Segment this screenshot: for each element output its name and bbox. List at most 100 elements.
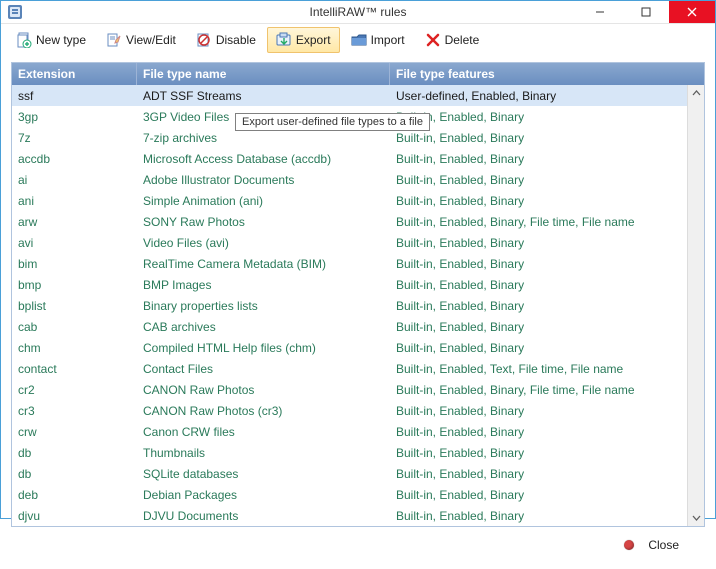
table-row[interactable]: aviVideo Files (avi)Built-in, Enabled, B…: [12, 232, 687, 253]
maximize-button[interactable]: [623, 1, 669, 23]
close-icon: [624, 540, 634, 550]
table-row[interactable]: aiAdobe Illustrator DocumentsBuilt-in, E…: [12, 169, 687, 190]
disable-button[interactable]: Disable: [187, 27, 265, 53]
table-row[interactable]: bplistBinary properties listsBuilt-in, E…: [12, 295, 687, 316]
cell-extension: cr2: [12, 383, 137, 397]
table-row[interactable]: bmpBMP ImagesBuilt-in, Enabled, Binary: [12, 274, 687, 295]
cell-extension: cr3: [12, 404, 137, 418]
cell-extension: db: [12, 446, 137, 460]
table-row[interactable]: arwSONY Raw PhotosBuilt-in, Enabled, Bin…: [12, 211, 687, 232]
cell-file-type-features: Built-in, Enabled, Binary: [390, 404, 687, 418]
cell-file-type-features: Built-in, Enabled, Binary: [390, 446, 687, 460]
cell-file-type-name: Adobe Illustrator Documents: [137, 173, 390, 187]
delete-label: Delete: [445, 33, 480, 47]
file-types-grid: Extension File type name File type featu…: [11, 62, 705, 527]
table-row[interactable]: chmCompiled HTML Help files (chm)Built-i…: [12, 337, 687, 358]
export-icon: [276, 32, 292, 48]
table-row[interactable]: bimRealTime Camera Metadata (BIM)Built-i…: [12, 253, 687, 274]
cell-extension: 7z: [12, 131, 137, 145]
column-file-type-name[interactable]: File type name: [137, 63, 390, 85]
cell-extension: cab: [12, 320, 137, 334]
close-button[interactable]: Close: [642, 534, 685, 556]
table-row[interactable]: accdbMicrosoft Access Database (accdb)Bu…: [12, 148, 687, 169]
cell-file-type-features: Built-in, Enabled, Binary: [390, 194, 687, 208]
cell-file-type-name: DJVU Documents: [137, 509, 390, 523]
table-row[interactable]: dbSQLite databasesBuilt-in, Enabled, Bin…: [12, 463, 687, 484]
grid-body[interactable]: ssfADT SSF StreamsUser-defined, Enabled,…: [12, 85, 687, 526]
cell-extension: crw: [12, 425, 137, 439]
table-row[interactable]: contactContact FilesBuilt-in, Enabled, T…: [12, 358, 687, 379]
cell-file-type-name: CANON Raw Photos: [137, 383, 390, 397]
cell-extension: bim: [12, 257, 137, 271]
table-row[interactable]: djvuDJVU DocumentsBuilt-in, Enabled, Bin…: [12, 505, 687, 526]
table-row[interactable]: cr2CANON Raw PhotosBuilt-in, Enabled, Bi…: [12, 379, 687, 400]
cell-file-type-features: Built-in, Enabled, Binary: [390, 236, 687, 250]
scroll-down-icon[interactable]: [688, 509, 705, 526]
view-edit-button[interactable]: View/Edit: [97, 27, 185, 53]
cell-file-type-name: SQLite databases: [137, 467, 390, 481]
column-extension[interactable]: Extension: [12, 63, 137, 85]
vertical-scrollbar[interactable]: [687, 85, 704, 526]
titlebar: IntelliRAW™ rules: [1, 1, 715, 23]
view-edit-icon: [106, 32, 122, 48]
cell-file-type-features: Built-in, Enabled, Binary: [390, 467, 687, 481]
new-type-icon: [16, 32, 32, 48]
new-type-label: New type: [36, 33, 86, 47]
disable-icon: [196, 32, 212, 48]
import-icon: [351, 32, 367, 48]
table-row[interactable]: cabCAB archivesBuilt-in, Enabled, Binary: [12, 316, 687, 337]
disable-label: Disable: [216, 33, 256, 47]
cell-file-type-features: Built-in, Enabled, Binary: [390, 425, 687, 439]
intelliraw-rules-dialog: IntelliRAW™ rules New type View/Edit Dis…: [0, 0, 716, 519]
export-tooltip: Export user-defined file types to a file: [235, 113, 430, 131]
cell-file-type-name: SONY Raw Photos: [137, 215, 390, 229]
cell-extension: db: [12, 467, 137, 481]
cell-file-type-features: Built-in, Enabled, Text, File time, File…: [390, 362, 687, 376]
cell-file-type-features: Built-in, Enabled, Binary: [390, 299, 687, 313]
column-file-type-features[interactable]: File type features: [390, 63, 704, 85]
cell-file-type-features: Built-in, Enabled, Binary, File time, Fi…: [390, 383, 687, 397]
cell-extension: ani: [12, 194, 137, 208]
cell-file-type-features: Built-in, Enabled, Binary: [390, 509, 687, 523]
cell-extension: chm: [12, 341, 137, 355]
cell-extension: deb: [12, 488, 137, 502]
cell-file-type-name: Contact Files: [137, 362, 390, 376]
cell-file-type-name: Binary properties lists: [137, 299, 390, 313]
table-row[interactable]: aniSimple Animation (ani)Built-in, Enabl…: [12, 190, 687, 211]
cell-extension: bplist: [12, 299, 137, 313]
cell-file-type-name: Thumbnails: [137, 446, 390, 460]
new-type-button[interactable]: New type: [7, 27, 95, 53]
table-row[interactable]: debDebian PackagesBuilt-in, Enabled, Bin…: [12, 484, 687, 505]
cell-extension: bmp: [12, 278, 137, 292]
cell-extension: arw: [12, 215, 137, 229]
cell-file-type-name: Debian Packages: [137, 488, 390, 502]
minimize-button[interactable]: [577, 1, 623, 23]
cell-file-type-features: Built-in, Enabled, Binary: [390, 110, 687, 124]
view-edit-label: View/Edit: [126, 33, 176, 47]
cell-extension: ai: [12, 173, 137, 187]
window-controls: [577, 1, 715, 23]
table-row[interactable]: ssfADT SSF StreamsUser-defined, Enabled,…: [12, 85, 687, 106]
cell-file-type-features: Built-in, Enabled, Binary: [390, 320, 687, 334]
export-button[interactable]: Export: [267, 27, 340, 53]
cell-file-type-name: Simple Animation (ani): [137, 194, 390, 208]
delete-button[interactable]: Delete: [416, 27, 489, 53]
scroll-up-icon[interactable]: [688, 85, 705, 102]
cell-file-type-features: Built-in, Enabled, Binary: [390, 257, 687, 271]
cell-file-type-name: CAB archives: [137, 320, 390, 334]
table-row[interactable]: crwCanon CRW filesBuilt-in, Enabled, Bin…: [12, 421, 687, 442]
import-button[interactable]: Import: [342, 27, 414, 53]
close-window-button[interactable]: [669, 1, 715, 23]
import-label: Import: [371, 33, 405, 47]
table-row[interactable]: dbThumbnailsBuilt-in, Enabled, Binary: [12, 442, 687, 463]
export-label: Export: [296, 33, 331, 47]
toolbar: New type View/Edit Disable Export Import…: [1, 23, 715, 56]
cell-extension: ssf: [12, 89, 137, 103]
cell-file-type-name: Microsoft Access Database (accdb): [137, 152, 390, 166]
cell-extension: djvu: [12, 509, 137, 523]
cell-file-type-features: Built-in, Enabled, Binary: [390, 131, 687, 145]
app-icon: [7, 4, 23, 20]
table-row[interactable]: cr3CANON Raw Photos (cr3)Built-in, Enabl…: [12, 400, 687, 421]
cell-file-type-name: RealTime Camera Metadata (BIM): [137, 257, 390, 271]
cell-file-type-name: BMP Images: [137, 278, 390, 292]
